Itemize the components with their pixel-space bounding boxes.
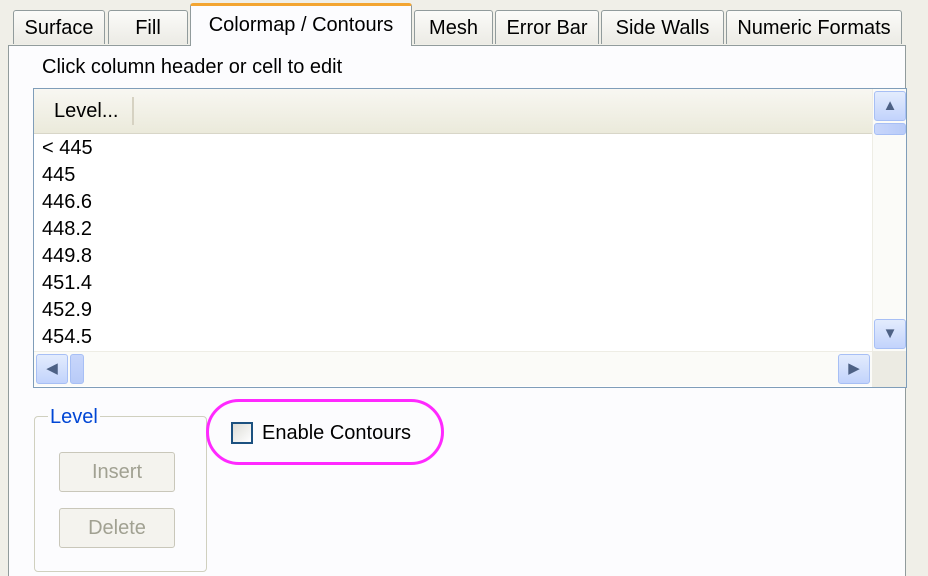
- column-header-level[interactable]: Level...: [42, 97, 134, 125]
- grid-row[interactable]: 449.8: [42, 243, 92, 270]
- tab-side-walls[interactable]: Side Walls: [601, 10, 724, 44]
- chevron-right-icon[interactable]: ▶: [838, 354, 870, 384]
- level-group: [34, 416, 207, 572]
- tab-fill[interactable]: Fill: [108, 10, 188, 44]
- enable-contours-label[interactable]: Enable Contours: [262, 420, 411, 446]
- level-grid: Level... < 445 445 446.6 448.2 449.8 451…: [33, 88, 907, 388]
- grid-row[interactable]: 451.4: [42, 270, 92, 297]
- vertical-scroll-thumb[interactable]: [874, 123, 906, 135]
- grid-row[interactable]: 446.6: [42, 189, 92, 216]
- grid-row[interactable]: 448.2: [42, 216, 92, 243]
- level-group-legend: Level: [48, 406, 100, 428]
- tab-surface[interactable]: Surface: [13, 10, 105, 44]
- horizontal-scrollbar[interactable]: ◀ ▶: [34, 351, 872, 386]
- horizontal-scroll-thumb[interactable]: [70, 354, 84, 384]
- tab-strip: Surface Fill Colormap / Contours Mesh Er…: [0, 0, 928, 48]
- scrollbar-corner: [872, 351, 906, 387]
- chevron-down-icon[interactable]: ▼: [874, 319, 906, 349]
- enable-contours-checkbox[interactable]: [231, 422, 253, 444]
- grid-row[interactable]: < 445: [42, 135, 93, 162]
- grid-body: < 445 445 446.6 448.2 449.8 451.4 452.9 …: [34, 134, 872, 351]
- tab-colormap-contours[interactable]: Colormap / Contours: [190, 3, 412, 46]
- grid-row[interactable]: 452.9: [42, 297, 92, 324]
- chevron-up-icon[interactable]: ▲: [874, 91, 906, 121]
- tab-mesh[interactable]: Mesh: [414, 10, 493, 44]
- chevron-left-icon[interactable]: ◀: [36, 354, 68, 384]
- grid-row[interactable]: 454.5: [42, 324, 92, 351]
- insert-button[interactable]: Insert: [59, 452, 175, 492]
- grid-row[interactable]: 445: [42, 162, 75, 189]
- vertical-scrollbar[interactable]: ▲ ▼: [872, 89, 906, 351]
- instruction-text: Click column header or cell to edit: [42, 56, 343, 78]
- tab-error-bar[interactable]: Error Bar: [495, 10, 599, 44]
- grid-header: Level...: [34, 89, 872, 134]
- tab-numeric-formats[interactable]: Numeric Formats: [726, 10, 902, 44]
- delete-button[interactable]: Delete: [59, 508, 175, 548]
